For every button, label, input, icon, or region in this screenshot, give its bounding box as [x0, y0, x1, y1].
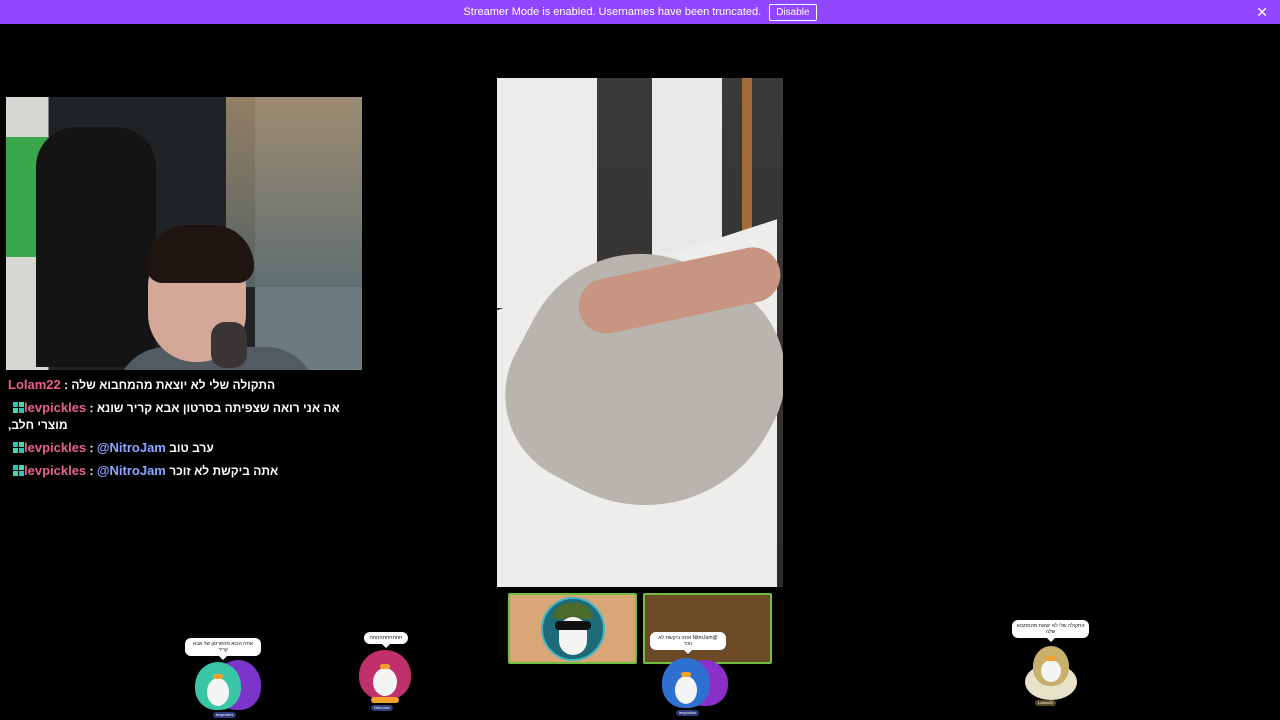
chat-mention: @NitroJam [96, 463, 166, 478]
penguin-avatar-icon [540, 596, 605, 661]
penguin-beak [213, 674, 223, 679]
penguin-nametag: NitroJam [371, 705, 394, 711]
chat-message: levpickles : אה אני רואה שצפיתה בסרטון א… [8, 399, 360, 434]
avatar-tile[interactable] [508, 593, 637, 664]
disable-button[interactable]: Disable [769, 3, 817, 21]
penguin-beak [380, 664, 390, 669]
penguin-icon[interactable]: levpickles [193, 660, 265, 718]
chat-message: levpickles : @NitroJam ערב טוב [8, 439, 360, 457]
penguin-nametag: Lolam22 [1035, 700, 1057, 706]
penguin-belly [675, 676, 697, 704]
penguin-nametag: levpickles [676, 710, 700, 716]
close-icon[interactable]: ✕ [1256, 4, 1268, 20]
penguin-feet [371, 697, 399, 703]
camera-feed [497, 78, 783, 587]
penguin-belly [207, 678, 229, 706]
badge-icon [13, 442, 24, 453]
chat-text: ערב טוב [169, 441, 214, 455]
chat-mention: @NitroJam [96, 440, 166, 455]
chat-overlay: Lolam22 : התקולה שלי לא יוצאת מהמחבוא של… [8, 376, 360, 485]
chat-text: התקולה שלי לא יוצאת מהמחבוא שלה [71, 378, 276, 392]
chat-message: levpickles : @NitroJam אתה ביקשת לא זוכר [8, 462, 360, 480]
chat-username: Lolam22 [8, 377, 61, 392]
speech-bubble: אתה הבוא מהסרטון של אבא קריר [185, 638, 261, 660]
penguin-beak [1046, 656, 1056, 661]
banner-message: Streamer Mode is enabled. Usernames have… [463, 6, 762, 18]
speech-bubble: @NitroJam אתה ביקשת לא זוכר [650, 632, 726, 654]
speech-bubble: חחחחחחחחחח [364, 632, 408, 648]
badge-icon [13, 465, 24, 476]
chat-separator: : [86, 464, 97, 478]
webcam-person-hair [146, 225, 254, 283]
chat-separator: : [86, 441, 97, 455]
streamer-mode-banner: Streamer Mode is enabled. Usernames have… [0, 0, 1280, 24]
avatar-tile[interactable] [643, 593, 772, 664]
webcam-microphone [211, 322, 247, 368]
badge-icon [13, 402, 24, 413]
streamer-webcam [6, 97, 362, 370]
chat-text: אתה ביקשת לא זוכר [169, 464, 279, 478]
penguin-icon[interactable]: levpickles [658, 658, 734, 718]
penguin-nametag: levpickles [213, 712, 237, 718]
chat-separator: : [86, 401, 97, 415]
penguin-icon[interactable]: NitroJam [357, 650, 415, 714]
chat-username: levpickles [24, 400, 87, 415]
avatar-glasses [554, 620, 591, 630]
penguin-belly [373, 668, 397, 696]
chat-username: levpickles [24, 463, 87, 478]
webcam-chair [36, 127, 156, 367]
penguin-beak [681, 672, 691, 677]
chat-message: Lolam22 : התקולה שלי לא יוצאת מהמחבוא של… [8, 376, 360, 394]
penguin-icon[interactable]: Lolam22 [1023, 646, 1079, 708]
chat-username: levpickles [24, 440, 87, 455]
chat-separator: : [60, 378, 72, 392]
speech-bubble: התקולה שלי לא יוצאת מהמחבוא שלה [1012, 620, 1089, 642]
penguin-belly [1041, 660, 1061, 682]
